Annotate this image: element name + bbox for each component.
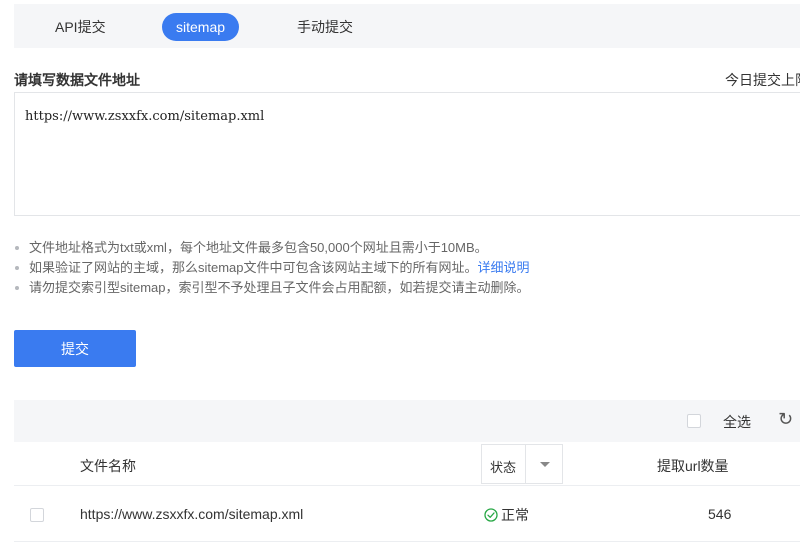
tab-api-submit[interactable]: API提交 bbox=[41, 13, 120, 41]
submission-tabs: API提交 sitemap 手动提交 bbox=[14, 4, 800, 48]
row-checkbox[interactable] bbox=[30, 508, 44, 522]
select-all-label[interactable]: 全选 bbox=[723, 412, 751, 432]
note-format: 文件地址格式为txt或xml，每个地址文件最多包含50,000个网址且需小于10… bbox=[14, 238, 530, 258]
help-notes: 文件地址格式为txt或xml，每个地址文件最多包含50,000个网址且需小于10… bbox=[14, 238, 530, 298]
table-header: 文件名称 状态 提取url数量 bbox=[14, 442, 800, 486]
row-status-text: 正常 bbox=[501, 507, 529, 523]
details-link[interactable]: 详细说明 bbox=[478, 260, 530, 275]
dropdown-divider bbox=[525, 445, 526, 483]
note-format-text: 文件地址格式为txt或xml，每个地址文件最多包含50,000个网址且需小于10… bbox=[29, 240, 488, 255]
daily-quota-label: 今日提交上限 bbox=[725, 72, 800, 88]
column-file-name: 文件名称 bbox=[80, 458, 136, 474]
row-url-count: 546 bbox=[708, 506, 732, 522]
column-status: 状态 bbox=[490, 460, 517, 475]
sitemap-url-textarea[interactable]: https://www.zsxxfx.com/sitemap.xml bbox=[14, 92, 800, 216]
refresh-icon[interactable]: ↻ bbox=[778, 409, 793, 430]
status-filter-dropdown[interactable]: 状态 bbox=[481, 444, 563, 484]
submit-button[interactable]: 提交 bbox=[14, 330, 136, 367]
note-domain-text: 如果验证了网站的主域，那么sitemap文件中可包含该网站主域下的所有网址。 bbox=[29, 260, 478, 275]
note-index-text: 请勿提交索引型sitemap，索引型不予处理且子文件会占用配额，如若提交请主动删… bbox=[29, 280, 530, 295]
form-label: 请填写数据文件地址 bbox=[14, 72, 140, 88]
select-all-checkbox[interactable] bbox=[687, 414, 701, 428]
note-domain: 如果验证了网站的主域，那么sitemap文件中可包含该网站主域下的所有网址。详细… bbox=[14, 258, 530, 278]
note-index: 请勿提交索引型sitemap，索引型不予处理且子文件会占用配额，如若提交请主动删… bbox=[14, 278, 530, 298]
table-toolbar: 全选 ↻ bbox=[14, 400, 800, 442]
row-file-url: https://www.zsxxfx.com/sitemap.xml bbox=[80, 506, 304, 522]
tab-manual-submit[interactable]: 手动提交 bbox=[283, 13, 367, 41]
column-url-count: 提取url数量 bbox=[657, 458, 729, 474]
tab-sitemap[interactable]: sitemap bbox=[162, 13, 240, 41]
table-row: https://www.zsxxfx.com/sitemap.xml 正常 54… bbox=[14, 486, 800, 542]
chevron-down-icon[interactable] bbox=[540, 462, 550, 467]
row-status: 正常 bbox=[484, 505, 529, 525]
check-circle-icon bbox=[484, 508, 498, 522]
